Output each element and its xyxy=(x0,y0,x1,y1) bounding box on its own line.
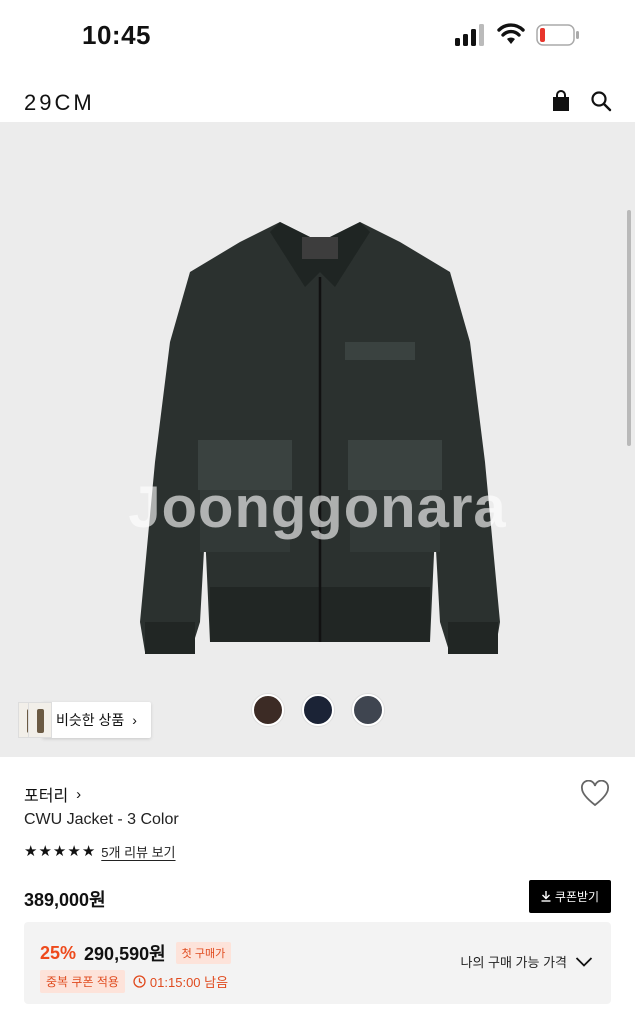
my-price-label: 나의 구매 가능 가격 xyxy=(460,955,567,970)
brand-logo[interactable]: 29CM xyxy=(24,90,95,116)
similar-products-label: 비슷한 상품 xyxy=(56,712,125,728)
watermark: Joonggonara xyxy=(128,475,507,540)
battery-icon xyxy=(536,24,579,46)
star-icon: ★ xyxy=(38,843,52,860)
clock-icon xyxy=(133,975,146,988)
star-icon: ★ xyxy=(67,843,81,860)
search-icon[interactable] xyxy=(590,90,612,112)
chevron-right-icon: › xyxy=(132,712,137,728)
coupon-badge: 중복 쿠폰 적용 xyxy=(40,970,125,993)
coupon-download-button[interactable]: 쿠폰받기 xyxy=(529,880,611,913)
wifi-icon xyxy=(497,23,525,44)
product-image xyxy=(140,222,500,654)
discount-price-panel[interactable]: 25% 290,590원 첫 구매가 중복 쿠폰 적용 01:15:00 남음 … xyxy=(24,922,611,1004)
discount-row: 25% 290,590원 첫 구매가 xyxy=(40,940,232,966)
countdown-timer: 01:15:00 남음 xyxy=(133,972,228,991)
cellular-signal-icon xyxy=(455,24,484,46)
coupon-row: 중복 쿠폰 적용 01:15:00 남음 xyxy=(40,970,228,993)
similar-products[interactable]: 비슷한 상품 › xyxy=(18,702,151,738)
status-time: 10:45 xyxy=(82,20,151,50)
chevron-down-icon xyxy=(575,956,593,967)
similar-thumbnails xyxy=(18,702,58,738)
chevron-right-icon: › xyxy=(76,785,82,803)
star-rating: ★ ★ ★ ★ ★ xyxy=(24,844,95,859)
product-rating: ★ ★ ★ ★ ★ 5개 리뷰 보기 xyxy=(24,842,176,861)
color-swatch-brown[interactable] xyxy=(252,694,284,726)
status-bar: 10:45 xyxy=(0,0,635,70)
color-swatch-navy[interactable] xyxy=(302,694,334,726)
timer-text: 01:15:00 남음 xyxy=(149,975,229,990)
scroll-indicator[interactable] xyxy=(627,210,631,446)
review-link[interactable]: 5개 리뷰 보기 xyxy=(101,842,175,861)
first-purchase-badge: 첫 구매가 xyxy=(175,942,232,964)
wishlist-heart-icon[interactable] xyxy=(580,780,610,808)
brand-link[interactable]: 포터리 › xyxy=(24,782,81,806)
product-image-gallery[interactable]: Joonggonara 비슷한 상품 › xyxy=(0,122,635,757)
coupon-button-label: 쿠폰받기 xyxy=(554,890,600,904)
discount-percent: 25% xyxy=(40,942,77,963)
star-icon: ★ xyxy=(81,843,96,860)
color-swatch-charcoal[interactable] xyxy=(352,694,384,726)
color-swatches xyxy=(252,694,384,726)
brand-name: 포터리 xyxy=(24,788,69,805)
original-price: 389,000원 xyxy=(24,890,106,910)
similar-thumbnail xyxy=(28,702,52,738)
download-icon xyxy=(541,891,551,902)
star-icon: ★ xyxy=(24,843,38,860)
top-header: 29CM xyxy=(0,78,635,122)
sale-price: 290,590원 xyxy=(84,944,166,964)
product-name: CWU Jacket - 3 Color xyxy=(24,811,179,828)
star-icon: ★ xyxy=(52,843,67,860)
similar-products-button[interactable]: 비슷한 상품 › xyxy=(42,702,151,738)
shopping-bag-icon[interactable] xyxy=(550,90,572,112)
my-price-toggle[interactable]: 나의 구매 가능 가격 xyxy=(460,952,593,971)
